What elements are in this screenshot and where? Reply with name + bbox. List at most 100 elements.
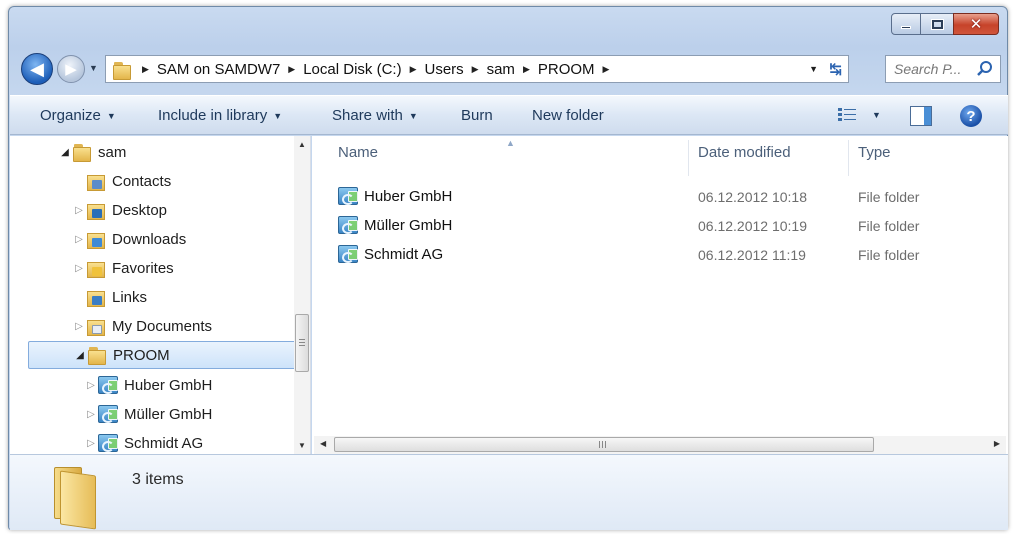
recent-pages-dropdown[interactable]: ▼ bbox=[89, 63, 98, 73]
navigation-pane[interactable]: ◢ sam Contacts ▷ Desktop ▷ Downloads ▷ F… bbox=[10, 136, 311, 454]
tree-item-favorites[interactable]: ▷ Favorites bbox=[72, 254, 174, 282]
forward-button[interactable]: ▶ bbox=[57, 55, 85, 83]
scrollbar-thumb[interactable] bbox=[295, 314, 309, 372]
file-date: 06.12.2012 10:19 bbox=[698, 218, 807, 234]
organize-button[interactable]: Organize ▼ bbox=[40, 107, 116, 124]
breadcrumb-proom[interactable]: PROOM bbox=[538, 61, 595, 78]
column-divider[interactable] bbox=[848, 140, 849, 176]
command-bar: Organize ▼ Include in library ▼ Share with… bbox=[10, 95, 1008, 135]
expand-triangle-icon[interactable]: ▷ bbox=[84, 409, 98, 420]
file-row[interactable]: Schmidt AG 06.12.2012 11:19 File folder bbox=[338, 240, 998, 268]
chevron-right-icon[interactable]: ▶ bbox=[288, 64, 295, 75]
tree-item-label: Links bbox=[112, 288, 148, 306]
tree-vertical-scrollbar[interactable]: ▲ ▼ bbox=[294, 136, 310, 454]
tree-item-my-documents[interactable]: ▷ My Documents bbox=[72, 312, 212, 340]
tree-item-label: Desktop bbox=[112, 201, 168, 219]
tree-item-links[interactable]: Links bbox=[72, 283, 147, 311]
tree-item-desktop[interactable]: ▷ Desktop bbox=[72, 196, 167, 224]
share-with-button[interactable]: Share with ▼ bbox=[332, 107, 418, 124]
tree-item-downloads[interactable]: ▷ Downloads bbox=[72, 225, 186, 253]
tree-item-label: Huber GmbH bbox=[124, 376, 213, 394]
file-row[interactable]: Müller GmbH 06.12.2012 10:19 File folder bbox=[338, 211, 998, 239]
explorer-window: ✕ ◀ ▶ ▼ ▶ SAM on SAMDW7 ▶ Local Disk (C:… bbox=[8, 6, 1008, 530]
burn-button[interactable]: Burn bbox=[461, 107, 493, 124]
forward-arrow-icon: ▶ bbox=[65, 61, 77, 78]
file-list-pane[interactable]: ▲ Name Date modified Type Huber GmbH 06.… bbox=[312, 136, 1008, 454]
breadcrumb-computer[interactable]: SAM on SAMDW7 bbox=[157, 61, 280, 78]
tree-item-huber-gmbh[interactable]: ▷ Huber GmbH bbox=[84, 371, 212, 399]
scroll-down-arrow-icon[interactable]: ▼ bbox=[298, 441, 306, 450]
tree-item-schmidt-ag[interactable]: ▷ Schmidt AG bbox=[84, 429, 203, 454]
sort-ascending-icon: ▲ bbox=[506, 138, 515, 148]
refresh-icon[interactable]: ↹ bbox=[829, 60, 842, 78]
chevron-down-icon: ▼ bbox=[408, 111, 418, 122]
breadcrumb-sam[interactable]: sam bbox=[487, 61, 515, 78]
include-in-library-label: Include in library bbox=[158, 107, 268, 124]
back-button[interactable]: ◀ bbox=[21, 53, 53, 85]
maximize-button[interactable] bbox=[920, 13, 954, 35]
address-history-dropdown[interactable]: ▼ bbox=[809, 64, 818, 74]
folder-icon bbox=[112, 61, 131, 80]
downloads-folder-icon bbox=[86, 230, 106, 249]
column-header-date-modified[interactable]: Date modified bbox=[698, 144, 791, 161]
breadcrumb-users[interactable]: Users bbox=[425, 61, 464, 78]
caption-buttons: ✕ bbox=[891, 13, 999, 35]
tree-item-label: Favorites bbox=[112, 259, 174, 277]
chevron-down-icon: ▼ bbox=[106, 111, 116, 122]
file-type: File folder bbox=[858, 189, 920, 205]
view-options-icon[interactable] bbox=[838, 108, 856, 122]
include-in-library-button[interactable]: Include in library ▼ bbox=[158, 107, 282, 124]
chevron-right-icon[interactable]: ▶ bbox=[410, 64, 417, 75]
search-placeholder: Search P... bbox=[894, 61, 962, 77]
address-bar[interactable]: ▶ SAM on SAMDW7 ▶ Local Disk (C:) ▶ User… bbox=[105, 55, 849, 83]
chevron-right-icon[interactable]: ▶ bbox=[142, 64, 149, 75]
sync-folder-icon bbox=[98, 405, 118, 423]
expand-triangle-icon[interactable]: ▷ bbox=[72, 263, 86, 274]
breadcrumb-local-disk[interactable]: Local Disk (C:) bbox=[303, 61, 401, 78]
close-button[interactable]: ✕ bbox=[953, 13, 999, 35]
file-type: File folder bbox=[858, 247, 920, 263]
item-count: 3 items bbox=[132, 471, 184, 488]
file-row[interactable]: Huber GmbH 06.12.2012 10:18 File folder bbox=[338, 182, 998, 210]
sync-folder-icon bbox=[338, 245, 358, 263]
collapse-triangle-icon[interactable]: ◢ bbox=[58, 147, 72, 158]
chevron-right-icon[interactable]: ▶ bbox=[472, 64, 479, 75]
scroll-right-arrow-icon[interactable]: ▶ bbox=[994, 439, 1000, 448]
minimize-button[interactable] bbox=[891, 13, 921, 35]
chevron-down-icon: ▼ bbox=[273, 111, 283, 122]
preview-pane-icon[interactable] bbox=[910, 106, 932, 126]
share-with-label: Share with bbox=[332, 107, 403, 124]
folder-icon bbox=[87, 346, 107, 365]
documents-folder-icon bbox=[86, 317, 106, 336]
new-folder-button[interactable]: New folder bbox=[532, 107, 604, 124]
expand-triangle-icon[interactable]: ▷ bbox=[72, 321, 86, 332]
expand-triangle-icon[interactable]: ▷ bbox=[84, 438, 98, 449]
expand-triangle-icon[interactable]: ▷ bbox=[72, 205, 86, 216]
search-icon bbox=[977, 61, 992, 76]
help-icon[interactable]: ? bbox=[960, 105, 982, 127]
chevron-down-icon[interactable]: ▼ bbox=[872, 110, 881, 120]
expand-triangle-icon[interactable]: ▷ bbox=[72, 234, 86, 245]
tree-item-contacts[interactable]: Contacts bbox=[72, 167, 171, 195]
collapse-triangle-icon[interactable]: ◢ bbox=[73, 350, 87, 361]
file-list-horizontal-scrollbar[interactable]: ◀ ▶ bbox=[314, 436, 1006, 454]
tree-item-proom[interactable]: ◢ PROOM bbox=[28, 341, 296, 369]
file-date: 06.12.2012 11:19 bbox=[698, 247, 806, 263]
scroll-up-arrow-icon[interactable]: ▲ bbox=[298, 140, 306, 149]
tree-item-sam[interactable]: ◢ sam bbox=[58, 138, 126, 166]
maximize-icon bbox=[930, 18, 944, 30]
expand-triangle-icon[interactable]: ▷ bbox=[84, 380, 98, 391]
chevron-right-icon[interactable]: ▶ bbox=[603, 64, 610, 75]
scrollbar-thumb[interactable] bbox=[334, 437, 874, 452]
column-header-name[interactable]: Name bbox=[338, 144, 378, 161]
column-divider[interactable] bbox=[688, 140, 689, 176]
search-input[interactable]: Search P... bbox=[885, 55, 1001, 83]
tree-item-mueller-gmbh[interactable]: ▷ Müller GmbH bbox=[84, 400, 212, 428]
address-row: ◀ ▶ ▼ ▶ SAM on SAMDW7 ▶ Local Disk (C:) … bbox=[9, 51, 1007, 87]
file-date: 06.12.2012 10:18 bbox=[698, 189, 807, 205]
scroll-left-arrow-icon[interactable]: ◀ bbox=[320, 439, 326, 448]
sync-folder-icon bbox=[98, 376, 118, 394]
minimize-icon bbox=[901, 26, 911, 29]
column-header-type[interactable]: Type bbox=[858, 144, 891, 161]
chevron-right-icon[interactable]: ▶ bbox=[523, 64, 530, 75]
